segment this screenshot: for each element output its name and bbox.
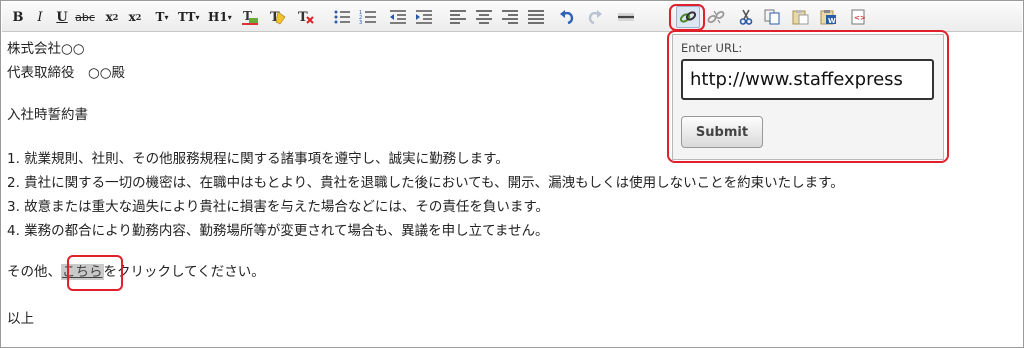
unlink-button[interactable]	[706, 6, 726, 28]
font-size-label: T	[155, 10, 165, 24]
align-right-icon	[502, 10, 518, 24]
justify-button[interactable]	[526, 6, 546, 28]
subscript-base: x	[105, 10, 113, 24]
editor-toolbar: B I U abc x2 x2 T▾ TT▾ H1▾ T T T 123	[2, 2, 1022, 32]
redo-button[interactable]	[584, 6, 604, 28]
clear-format-button[interactable]: T	[296, 6, 316, 28]
doc-clause-4: 4. 業務の都合により勤務内容、勤務場所等が変更されて場合も、異議を申し立てませ…	[7, 223, 549, 239]
copy-button[interactable]	[762, 6, 782, 28]
click-suffix: をクリックしてください。	[103, 264, 265, 280]
subscript-mark: 2	[112, 12, 119, 22]
undo-button[interactable]	[558, 6, 578, 28]
text-color-icon: T	[242, 9, 258, 25]
underline-button[interactable]: U	[52, 6, 72, 28]
paste-word-icon: W	[820, 10, 836, 25]
cut-icon	[739, 9, 753, 25]
heading-label: H1	[208, 10, 228, 24]
superscript-mark: 2	[135, 12, 142, 22]
heading-dropdown[interactable]: H1 ▾	[208, 6, 232, 28]
align-center-icon	[476, 10, 492, 24]
align-left-button[interactable]	[448, 6, 468, 28]
svg-text:<>: <>	[854, 14, 866, 22]
horizontal-rule-button[interactable]	[616, 6, 636, 28]
cut-button[interactable]	[736, 6, 756, 28]
link-button-highlight	[669, 4, 705, 31]
outdent-button[interactable]	[388, 6, 408, 28]
ordered-list-button[interactable]: 123	[358, 6, 378, 28]
html-source-icon: <>	[851, 9, 866, 25]
html-source-button[interactable]: <>	[848, 6, 868, 28]
doc-clause-1: 1. 就業規則、社則、その他服務規程に関する諸事項を遵守し、誠実に勤務します。	[7, 151, 509, 167]
link-text-highlight	[67, 255, 123, 291]
font-family-label: TT	[178, 10, 196, 24]
text-color-button[interactable]: T	[240, 6, 260, 28]
justify-icon	[528, 10, 544, 24]
font-family-dropdown[interactable]: TT ▾	[178, 6, 199, 28]
doc-line-company: 株式会社○○	[7, 41, 85, 57]
svg-text:3: 3	[359, 20, 362, 25]
horizontal-rule-icon	[618, 13, 634, 21]
paste-icon	[792, 10, 809, 25]
undo-icon	[560, 10, 574, 25]
doc-clause-2: 2. 貴社に関する一切の機密は、在職中はもとより、貴社を退職した後においても、開…	[7, 175, 844, 191]
rich-text-editor: B I U abc x2 x2 T▾ TT▾ H1▾ T T T 123	[0, 0, 1024, 348]
font-size-dropdown[interactable]: T ▾	[152, 6, 172, 28]
doc-title: 入社時誓約書	[7, 107, 88, 123]
doc-line-addressee: 代表取締役 ○○殿	[7, 65, 126, 81]
superscript-button[interactable]: x2	[125, 6, 145, 28]
align-center-button[interactable]	[474, 6, 494, 28]
url-popup-highlight	[667, 30, 949, 163]
unordered-list-button[interactable]	[332, 6, 352, 28]
redo-icon	[588, 10, 602, 25]
doc-clause-3: 3. 故意または重大な過失により貴社に損害を与えた場合などには、その責任を負いま…	[7, 199, 550, 215]
clear-format-icon: T	[298, 10, 314, 25]
ordered-list-icon: 123	[359, 10, 376, 25]
strikethrough-button[interactable]: abc	[75, 6, 95, 28]
doc-click-instruction: その他、こちらをクリックしてください。	[7, 262, 265, 282]
highlight-icon: T	[270, 10, 286, 25]
outdent-icon	[390, 10, 406, 24]
svg-text:W: W	[828, 17, 836, 25]
unlink-icon	[707, 10, 725, 24]
italic-button[interactable]: I	[30, 6, 50, 28]
indent-button[interactable]	[414, 6, 434, 28]
paste-button[interactable]	[790, 6, 810, 28]
indent-icon	[416, 10, 432, 24]
highlight-button[interactable]: T	[268, 6, 288, 28]
copy-icon	[764, 9, 780, 25]
paste-from-word-button[interactable]: W	[818, 6, 838, 28]
doc-closing: 以上	[7, 311, 34, 327]
subscript-button[interactable]: x2	[102, 6, 122, 28]
superscript-base: x	[128, 10, 136, 24]
bold-button[interactable]: B	[8, 6, 28, 28]
align-left-icon	[450, 10, 466, 24]
unordered-list-icon	[334, 10, 350, 24]
align-right-button[interactable]	[500, 6, 520, 28]
click-prefix: その他、	[7, 264, 61, 280]
